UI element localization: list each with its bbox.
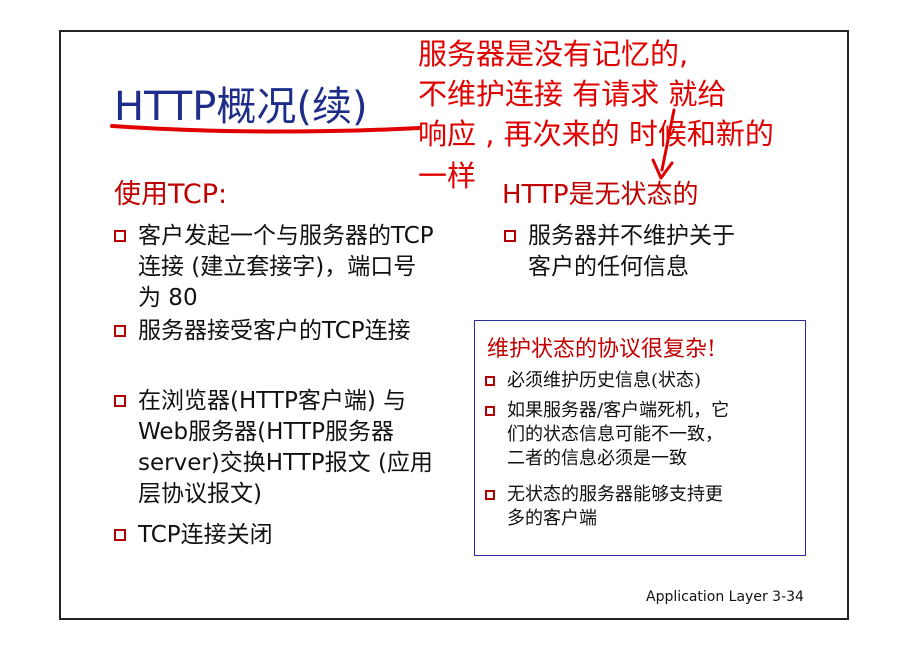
annotation-arrow-stroke: [660, 108, 676, 172]
right-heading: HTTP是无状态的: [502, 180, 699, 210]
right-bullet-1-text: 服务器并不维护关于客户的任何信息: [528, 223, 735, 280]
state-box-bullet-2-text: 如果服务器/客户端死机，它 们的状态信息可能不一致， 二者的信息必须是一致: [507, 400, 730, 469]
left-bullet-2: 服务器接受客户的TCP连接: [114, 316, 444, 347]
bullet-square-icon: [485, 376, 495, 386]
bullet-square-icon: [114, 230, 126, 242]
bullet-square-icon: [114, 529, 126, 541]
slide-footer: Application Layer 3-34: [646, 589, 804, 605]
state-box-bullet-1-text: 必须维护历史信息(状态): [507, 370, 702, 391]
state-box-bullet-3-text: 无状态的服务器能够支持更 多的客户端: [507, 484, 723, 529]
left-bullet-2-text: 服务器接受客户的TCP连接: [138, 318, 411, 344]
bullet-square-icon: [504, 230, 516, 242]
state-box-bullet-1: 必须维护历史信息(状态): [485, 369, 701, 393]
left-bullet-3-text: 在浏览器(HTTP客户端) 与 Web服务器(HTTP服务器 server)交换…: [138, 388, 433, 507]
left-bullet-1: 客户发起一个与服务器的TCP连接 (建立套接字)，端口号为 80: [114, 221, 444, 314]
bullet-square-icon: [485, 406, 495, 416]
left-bullet-1-text: 客户发起一个与服务器的TCP连接 (建立套接字)，端口号为 80: [138, 223, 434, 311]
left-bullet-4-text: TCP连接关闭: [138, 522, 273, 548]
state-protocol-box: 维护状态的协议很复杂! 必须维护历史信息(状态) 如果服务器/客户端死机，它 们…: [474, 320, 806, 556]
bullet-square-icon: [114, 325, 126, 337]
bullet-square-icon: [114, 395, 126, 407]
left-heading: 使用TCP:: [114, 179, 228, 210]
state-box-bullet-3: 无状态的服务器能够支持更 多的客户端: [485, 483, 723, 531]
title-underline-stroke: [110, 124, 422, 134]
left-bullet-3: 在浏览器(HTTP客户端) 与 Web服务器(HTTP服务器 server)交换…: [114, 386, 444, 510]
state-box-heading: 维护状态的协议很复杂!: [487, 337, 716, 362]
bullet-square-icon: [485, 490, 495, 500]
state-box-bullet-2: 如果服务器/客户端死机，它 们的状态信息可能不一致， 二者的信息必须是一致: [485, 399, 729, 471]
left-bullet-4: TCP连接关闭: [114, 520, 444, 551]
right-bullet-1: 服务器并不维护关于客户的任何信息: [504, 221, 764, 283]
